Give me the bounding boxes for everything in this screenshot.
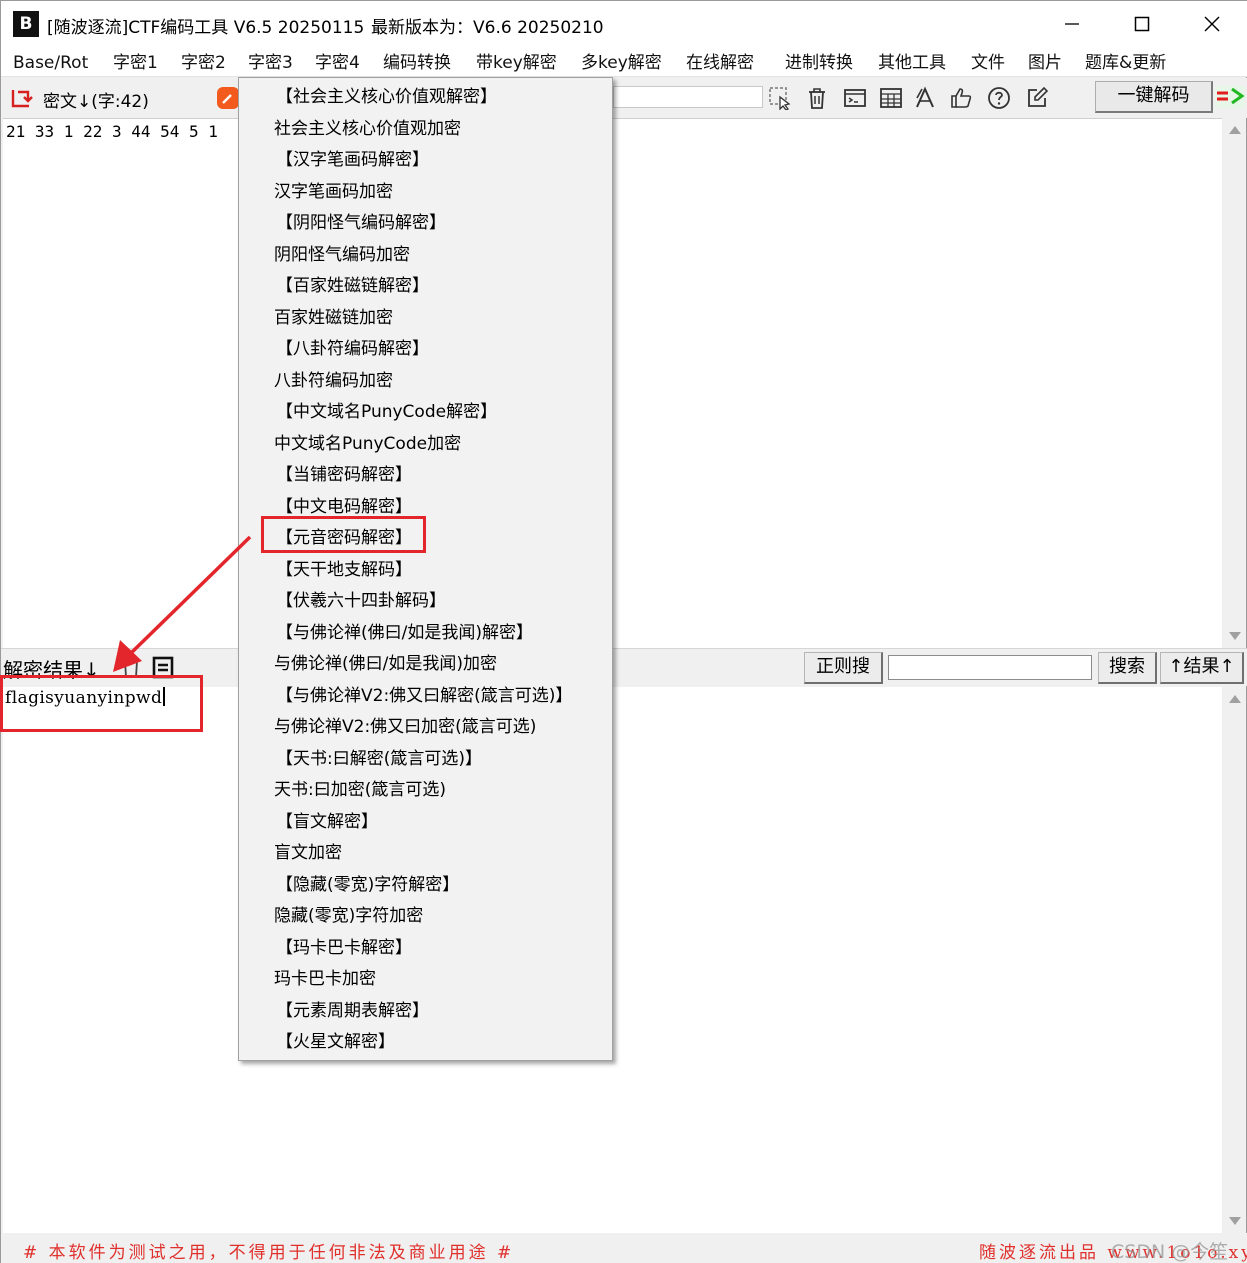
menu-library-update[interactable]: 题库&更新	[1085, 51, 1166, 75]
menu-item-socialist-values-decrypt[interactable]: 【社会主义核心价值观解密】	[276, 82, 649, 114]
menu-item-makabaka-encrypt[interactable]: 玛卡巴卡加密	[274, 964, 647, 996]
menu-base-convert[interactable]: 进制转换	[785, 51, 853, 75]
menu-item-bagua-decrypt[interactable]: 【八卦符编码解密】	[276, 334, 649, 366]
menu-item-braille-decrypt[interactable]: 【盲文解密】	[276, 807, 649, 839]
menu-encoding-convert[interactable]: 编码转换	[383, 51, 451, 75]
menu-ziimi1[interactable]: 字密1	[113, 51, 158, 75]
menu-item-periodic-table-decrypt[interactable]: 【元素周期表解密】	[276, 996, 649, 1028]
menu-base-rot[interactable]: Base/Rot	[13, 51, 88, 75]
menu-item-zerowidth-decrypt[interactable]: 【隐藏(零宽)字符解密】	[276, 870, 649, 902]
result-scrollbar[interactable]	[1225, 687, 1245, 1233]
window-title: [随波逐流]CTF编码工具 V6.5 20250115	[47, 18, 365, 38]
menu-item-baijiaxing-decrypt[interactable]: 【百家姓磁链解密】	[276, 271, 649, 303]
regex-search-button[interactable]: 正则搜	[804, 652, 883, 684]
menu-item-tianshu-decrypt[interactable]: 【天书:曰解密(箴言可选)】	[276, 744, 649, 776]
menu-bar: Base/Rot 字密1 字密2 字密3 字密4 编码转换 带key解密 多ke…	[1, 47, 1247, 77]
menu-other-tools[interactable]: 其他工具	[878, 51, 946, 75]
minimize-icon	[1065, 23, 1079, 25]
result-scroll-down-icon[interactable]	[1229, 1217, 1241, 1225]
minimize-button[interactable]	[1037, 1, 1107, 47]
menu-item-buddha-encrypt[interactable]: 与佛论禅(佛曰/如是我闻)加密	[274, 649, 647, 681]
menu-item-ganzhi-decode[interactable]: 【天干地支解码】	[276, 555, 649, 587]
maximize-button[interactable]	[1107, 1, 1177, 47]
latest-version-text: 最新版本为：V6.6 20250210	[371, 18, 604, 38]
edit-note-icon[interactable]	[1023, 84, 1051, 112]
title-bar: B [随波逐流]CTF编码工具 V6.5 20250115 最新版本为：V6.6…	[1, 1, 1247, 47]
help-icon[interactable]	[985, 84, 1013, 112]
menu-item-stroke-code-encrypt[interactable]: 汉字笔画码加密	[274, 177, 647, 209]
menu-item-yinyang-decrypt[interactable]: 【阴阳怪气编码解密】	[276, 208, 649, 240]
select-icon[interactable]	[766, 84, 794, 112]
one-key-decode-button[interactable]: 一键解码	[1095, 81, 1213, 113]
app-window: B [随波逐流]CTF编码工具 V6.5 20250115 最新版本为：V6.6…	[0, 0, 1247, 1263]
thumbs-up-icon[interactable]	[947, 84, 975, 112]
scroll-up-icon[interactable]	[1229, 126, 1241, 134]
menu-ziimi4[interactable]: 字密4	[315, 51, 360, 75]
status-bar: # 本软件为测试之用，不得用于任何非法及商业用途 # 随波逐流出品 www.1o…	[1, 1233, 1247, 1263]
menu-item-buddha-v2-decrypt[interactable]: 【与佛论禅V2:佛又曰解密(箴言可选)】	[276, 681, 649, 713]
menu-item-bagua-encrypt[interactable]: 八卦符编码加密	[274, 366, 647, 398]
menu-ziimi2[interactable]: 字密2	[181, 51, 226, 75]
cipher-scrollbar[interactable]	[1225, 118, 1245, 648]
menu-item-buddha-v2-encrypt[interactable]: 与佛论禅V2:佛又曰加密(箴言可选)	[274, 712, 647, 744]
menu-image[interactable]: 图片	[1028, 51, 1062, 75]
trash-icon[interactable]	[803, 84, 831, 112]
terminal-icon[interactable]	[841, 84, 869, 112]
menu-item-braille-encrypt[interactable]: 盲文加密	[274, 838, 647, 870]
menu-item-stroke-code-decrypt[interactable]: 【汉字笔画码解密】	[276, 145, 649, 177]
menu-item-fuxi-decode[interactable]: 【伏羲六十四卦解码】	[276, 586, 649, 618]
menu-item-pawnshop-decrypt[interactable]: 【当铺密码解密】	[276, 460, 649, 492]
regex-search-input[interactable]	[888, 655, 1092, 680]
maximize-icon	[1134, 16, 1150, 32]
search-button[interactable]: 搜索	[1098, 652, 1157, 684]
watermark-text: CSDN @今笙	[1111, 1241, 1229, 1263]
menu-item-punycode-decrypt[interactable]: 【中文域名PunyCode解密】	[276, 397, 649, 429]
font-icon[interactable]	[911, 84, 939, 112]
menu-item-zerowidth-encrypt[interactable]: 隐藏(零宽)字符加密	[274, 901, 647, 933]
menu-item-tianshu-encrypt[interactable]: 天书:曰加密(箴言可选)	[274, 775, 647, 807]
result-scroll-up-icon[interactable]	[1229, 695, 1241, 703]
result-highlight-box	[0, 675, 203, 732]
disclaimer-text: # 本软件为测试之用，不得用于任何非法及商业用途 #	[23, 1243, 515, 1263]
app-logo-icon: B	[13, 11, 39, 37]
menu-multikey-decrypt[interactable]: 多key解密	[581, 51, 662, 75]
close-button[interactable]	[1177, 1, 1247, 47]
menu-item-socialist-values-encrypt[interactable]: 社会主义核心价值观加密	[274, 114, 647, 146]
calculator-icon[interactable]	[877, 84, 905, 112]
menu-highlight-box	[261, 516, 426, 553]
cipher-label: 密文↓(字:42)	[43, 92, 149, 112]
menu-key-decrypt[interactable]: 带key解密	[476, 51, 557, 75]
menu-item-punycode-encrypt[interactable]: 中文域名PunyCode加密	[274, 429, 647, 461]
menu-item-makabaka-decrypt[interactable]: 【玛卡巴卡解密】	[276, 933, 649, 965]
close-icon	[1204, 16, 1220, 32]
swap-icon[interactable]	[7, 84, 35, 112]
menu-ziimi3[interactable]: 字密3	[248, 51, 293, 75]
menu-item-baijiaxing-encrypt[interactable]: 百家姓磁链加密	[274, 303, 647, 335]
cipher-text: 21 33 1 22 3 44 54 5 1	[6, 122, 218, 141]
ziimi3-dropdown-menu: 【社会主义核心价值观解密】 社会主义核心价值观加密 【汉字笔画码解密】 汉字笔画…	[238, 77, 613, 1061]
decode-arrow-icon[interactable]	[1215, 84, 1245, 110]
menu-item-martian-decrypt[interactable]: 【火星文解密】	[276, 1027, 649, 1059]
menu-online-decrypt[interactable]: 在线解密	[686, 51, 754, 75]
scroll-down-icon[interactable]	[1229, 632, 1241, 640]
result-up-button[interactable]: ↑结果↑	[1160, 652, 1244, 684]
menu-item-yinyang-encrypt[interactable]: 阴阳怪气编码加密	[274, 240, 647, 272]
menu-file[interactable]: 文件	[971, 51, 1005, 75]
menu-item-buddha-decrypt[interactable]: 【与佛论禅(佛曰/如是我闻)解密】	[276, 618, 649, 650]
